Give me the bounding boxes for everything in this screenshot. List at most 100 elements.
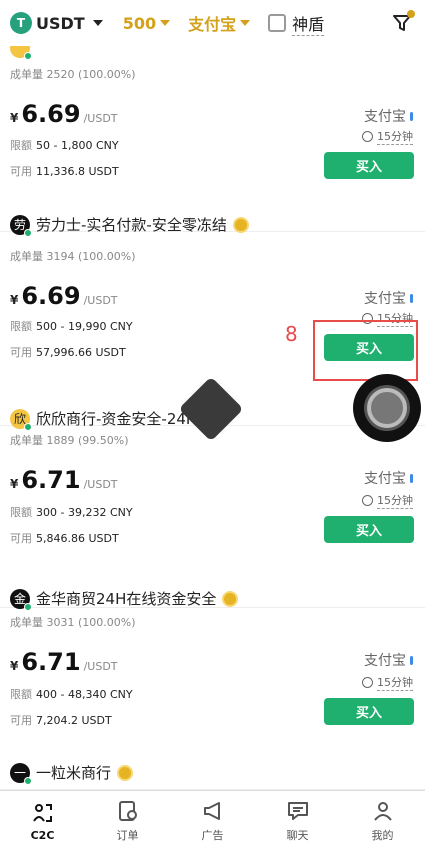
order-stats: 成单量 3194 (100.00%) <box>10 250 136 263</box>
available: 可用 57,996.66 USDT <box>10 346 126 359</box>
online-dot <box>24 776 32 785</box>
caret-down-icon <box>160 20 171 26</box>
available: 可用 11,336.8 USDT <box>10 165 119 178</box>
merchant-avatar: 一 <box>10 762 32 785</box>
amount-label: 500 <box>122 13 157 33</box>
order-stats: 成单量 3031 (100.00%) <box>10 616 136 629</box>
verified-badge-icon <box>232 216 249 233</box>
clock-icon <box>362 677 373 688</box>
buy-button[interactable]: 买入 <box>324 516 414 543</box>
clock-icon <box>362 131 373 142</box>
buy-button[interactable]: 买入 <box>324 152 414 179</box>
clock-icon <box>362 495 373 506</box>
currency-symbol: ¥ <box>10 659 19 673</box>
nav-ads[interactable]: 广告 <box>170 791 255 851</box>
nav-chat[interactable]: 聊天 <box>255 791 340 851</box>
nav-label: 广告 <box>201 829 224 842</box>
limit: 限额 500 - 19,990 CNY <box>10 320 133 333</box>
merchant-name: 欣欣商行-资金安全-24H <box>36 410 198 428</box>
price: ¥ 6.69 /USDT <box>10 282 118 310</box>
nav-orders[interactable]: 订单 <box>85 791 170 851</box>
buy-button[interactable]: 买入 <box>324 698 414 725</box>
price: ¥ 6.69 /USDT <box>10 100 118 128</box>
price: ¥ 6.71 /USDT <box>10 648 118 676</box>
price: ¥ 6.71 /USDT <box>10 466 118 494</box>
shield-toggle[interactable]: 神盾 <box>268 11 325 36</box>
megaphone-icon <box>203 802 220 820</box>
user-icon <box>373 802 392 821</box>
offer-card: 欣 欣欣商行-资金安全-24H 成单量 1889 (99.50%) ¥ 6.71… <box>0 408 425 608</box>
currency-symbol: ¥ <box>10 293 19 307</box>
payment-method: 支付宝 <box>364 468 413 488</box>
payment-time: 15分钟 <box>362 492 413 509</box>
annotation-box <box>313 320 418 381</box>
payment-selector[interactable]: 支付宝 <box>188 11 251 35</box>
available: 可用 5,846.86 USDT <box>10 532 119 545</box>
price-value: 6.69 <box>21 100 81 128</box>
verified-badge-icon <box>117 764 134 781</box>
currency-symbol: ¥ <box>10 477 19 491</box>
merchant[interactable]: 金 金华商贸24H在线资金安全 <box>10 588 239 611</box>
price-unit: /USDT <box>83 478 118 491</box>
caret-down-icon <box>240 20 251 26</box>
nav-label: C2C <box>30 828 55 842</box>
caret-down-icon <box>92 20 103 26</box>
payment-method: 支付宝 <box>364 650 413 670</box>
filter-bar: T USDT 500 支付宝 神盾 <box>0 0 425 46</box>
filter-button[interactable] <box>391 10 415 34</box>
currency-symbol: ¥ <box>10 111 19 125</box>
coin-selector[interactable]: T USDT <box>10 12 103 34</box>
order-stats: 成单量 2520 (100.00%) <box>10 68 136 81</box>
payment-label: 支付宝 <box>188 15 237 34</box>
bottom-nav: C2C 订单 广告 聊天 我的 <box>0 790 425 851</box>
online-dot <box>24 602 32 611</box>
c2c-icon <box>32 803 52 822</box>
limit: 限额 400 - 48,340 CNY <box>10 688 133 701</box>
coin-label: USDT <box>36 13 85 33</box>
nav-c2c[interactable]: C2C <box>0 791 85 851</box>
payment-time: 15分钟 <box>362 674 413 691</box>
merchant-avatar: 金 <box>10 588 32 611</box>
order-stats: 成单量 1889 (99.50%) <box>10 434 129 447</box>
nav-label: 订单 <box>116 829 139 842</box>
assistive-ring-icon <box>367 388 407 428</box>
nav-profile[interactable]: 我的 <box>340 791 425 851</box>
online-dot <box>24 422 32 431</box>
price-value: 6.71 <box>21 648 81 676</box>
price-unit: /USDT <box>83 112 118 125</box>
merchant-name: 金华商贸24H在线资金安全 <box>36 590 217 608</box>
payment-time: 15分钟 <box>362 128 413 145</box>
notification-dot <box>407 10 415 18</box>
available: 可用 7,204.2 USDT <box>10 714 112 727</box>
shield-checkbox[interactable] <box>268 14 287 32</box>
merchant-avatar <box>10 46 32 60</box>
merchant[interactable]: 欣 欣欣商行-资金安全-24H <box>10 408 198 431</box>
merchant-name: 一粒米商行 <box>36 764 112 782</box>
limit: 限额 300 - 39,232 CNY <box>10 506 133 519</box>
shield-label: 神盾 <box>292 11 325 36</box>
orders-icon <box>118 801 137 821</box>
price-value: 6.69 <box>21 282 81 310</box>
annotation-number: 8 <box>285 322 298 346</box>
offer-card: 成单量 2520 (100.00%) ¥ 6.69 /USDT 限额 50 - 1… <box>0 46 425 232</box>
floating-assistive-button[interactable] <box>353 374 421 442</box>
online-dot <box>24 52 32 60</box>
online-dot <box>24 228 32 237</box>
price-unit: /USDT <box>83 660 118 673</box>
alipay-icon <box>410 111 413 121</box>
merchant[interactable]: 劳 劳力士-实名付款-安全零冻结 <box>10 214 249 237</box>
nav-label: 我的 <box>371 829 394 842</box>
nav-label: 聊天 <box>286 829 309 842</box>
alipay-icon <box>410 473 413 483</box>
merchant-avatar: 劳 <box>10 214 32 237</box>
alipay-icon <box>410 655 413 665</box>
amount-selector[interactable]: 500 <box>122 13 171 33</box>
verified-badge-icon <box>222 590 239 607</box>
limit: 限额 50 - 1,800 CNY <box>10 139 119 152</box>
payment-method: 支付宝 <box>364 106 413 126</box>
merchant-avatar: 欣 <box>10 408 32 431</box>
merchant-name: 劳力士-实名付款-安全零冻结 <box>36 216 227 234</box>
usdt-logo-icon: T <box>10 12 32 34</box>
merchant[interactable]: 一 一粒米商行 <box>10 762 134 785</box>
chat-icon <box>287 802 308 820</box>
